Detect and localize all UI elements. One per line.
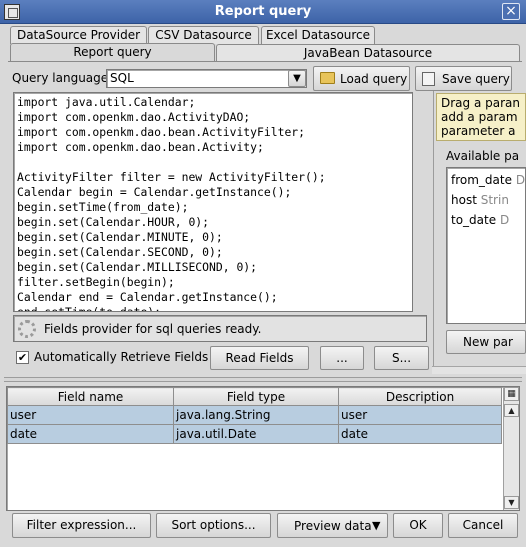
table-cell[interactable]: java.lang.String xyxy=(173,405,339,425)
query-language-label: Query language xyxy=(12,71,109,85)
column-header-field-type[interactable]: Field type xyxy=(173,387,339,406)
tab-javabean-datasource[interactable]: JavaBean Datasource xyxy=(216,44,520,62)
table-cell[interactable]: user xyxy=(7,405,174,425)
load-query-label: Load query xyxy=(340,72,408,86)
scroll-down-icon[interactable]: ▼ xyxy=(504,496,519,509)
params-scrollbar[interactable] xyxy=(432,366,526,374)
chevron-down-icon[interactable]: ▼ xyxy=(288,70,306,87)
drag-hint: Drag a paran add a param parameter a xyxy=(436,93,526,141)
split-divider[interactable] xyxy=(4,377,522,382)
tab-divider xyxy=(8,61,522,62)
column-header-description[interactable]: Description xyxy=(338,387,502,406)
param-item[interactable]: to_date D xyxy=(451,213,509,227)
editor-scrollbar[interactable]: ▲ ▼ xyxy=(412,93,413,311)
tab-csv-datasource[interactable]: CSV Datasource xyxy=(148,26,259,44)
auto-retrieve-checkbox[interactable]: ✔ xyxy=(16,351,29,364)
folder-icon xyxy=(320,72,335,84)
save-query-button[interactable]: Save query xyxy=(415,66,512,91)
fields-table: Field name Field type Description user j… xyxy=(7,387,502,444)
save-query-label: Save query xyxy=(442,72,510,86)
query-language-select[interactable]: SQL ▼ xyxy=(106,69,307,88)
hint-line: parameter a xyxy=(441,124,516,138)
table-cell[interactable]: user xyxy=(338,405,502,425)
table-row[interactable]: date java.util.Date date xyxy=(7,424,502,444)
scroll-up-icon[interactable]: ▲ xyxy=(504,404,519,417)
param-item[interactable]: from_date Date xyxy=(451,173,525,187)
window-title: Report query xyxy=(214,4,312,19)
dropdown-arrow-icon: ▼ xyxy=(372,519,381,532)
close-icon[interactable]: × xyxy=(502,3,520,20)
query-editor[interactable]: import java.util.Calendar; import com.op… xyxy=(13,92,413,312)
preview-data-button[interactable]: Preview data ▼ xyxy=(277,513,388,538)
loading-spinner-icon xyxy=(18,320,36,338)
param-item[interactable]: host Strin xyxy=(451,193,509,207)
filter-expression-button[interactable]: Filter expression... xyxy=(12,513,151,538)
save-file-icon xyxy=(422,72,435,86)
query-language-value: SQL xyxy=(110,71,134,85)
cancel-button[interactable]: Cancel xyxy=(448,513,518,538)
tab-datasource-provider[interactable]: DataSource Provider xyxy=(10,26,147,44)
column-header-field-name[interactable]: Field name xyxy=(7,387,174,406)
table-row[interactable]: user java.lang.String user xyxy=(7,405,502,425)
preview-data-label: Preview data xyxy=(294,519,372,533)
sort-options-button[interactable]: Sort options... xyxy=(156,513,271,538)
table-cell[interactable]: date xyxy=(338,424,502,444)
new-parameter-button[interactable]: New par xyxy=(446,330,526,354)
status-bar: Fields provider for sql queries ready. xyxy=(13,315,427,342)
tab-report-query[interactable]: Report query xyxy=(10,43,215,62)
load-query-button[interactable]: Load query xyxy=(313,66,410,91)
read-fields-button[interactable]: Read Fields xyxy=(210,346,309,370)
hint-line: Drag a paran xyxy=(441,96,520,110)
hint-line: add a param xyxy=(441,110,518,124)
tab-excel-datasource[interactable]: Excel Datasource xyxy=(261,26,375,44)
status-text: Fields provider for sql queries ready. xyxy=(44,322,262,336)
auto-retrieve-label: Automatically Retrieve Fields xyxy=(34,350,209,364)
more-options-button[interactable]: ... xyxy=(320,346,364,370)
table-scrollbar[interactable]: ▦ ▲ ▼ xyxy=(503,387,519,510)
column-chooser-icon[interactable]: ▦ xyxy=(504,387,519,401)
table-cell[interactable]: date xyxy=(7,424,174,444)
params-list[interactable]: from_date Date host Strin to_date D xyxy=(446,167,526,324)
s-button[interactable]: S... xyxy=(374,346,429,370)
ok-button[interactable]: OK xyxy=(393,513,443,538)
table-cell[interactable]: java.util.Date xyxy=(173,424,339,444)
query-code[interactable]: import java.util.Calendar; import com.op… xyxy=(17,95,326,311)
available-params-label: Available pa xyxy=(446,149,520,163)
